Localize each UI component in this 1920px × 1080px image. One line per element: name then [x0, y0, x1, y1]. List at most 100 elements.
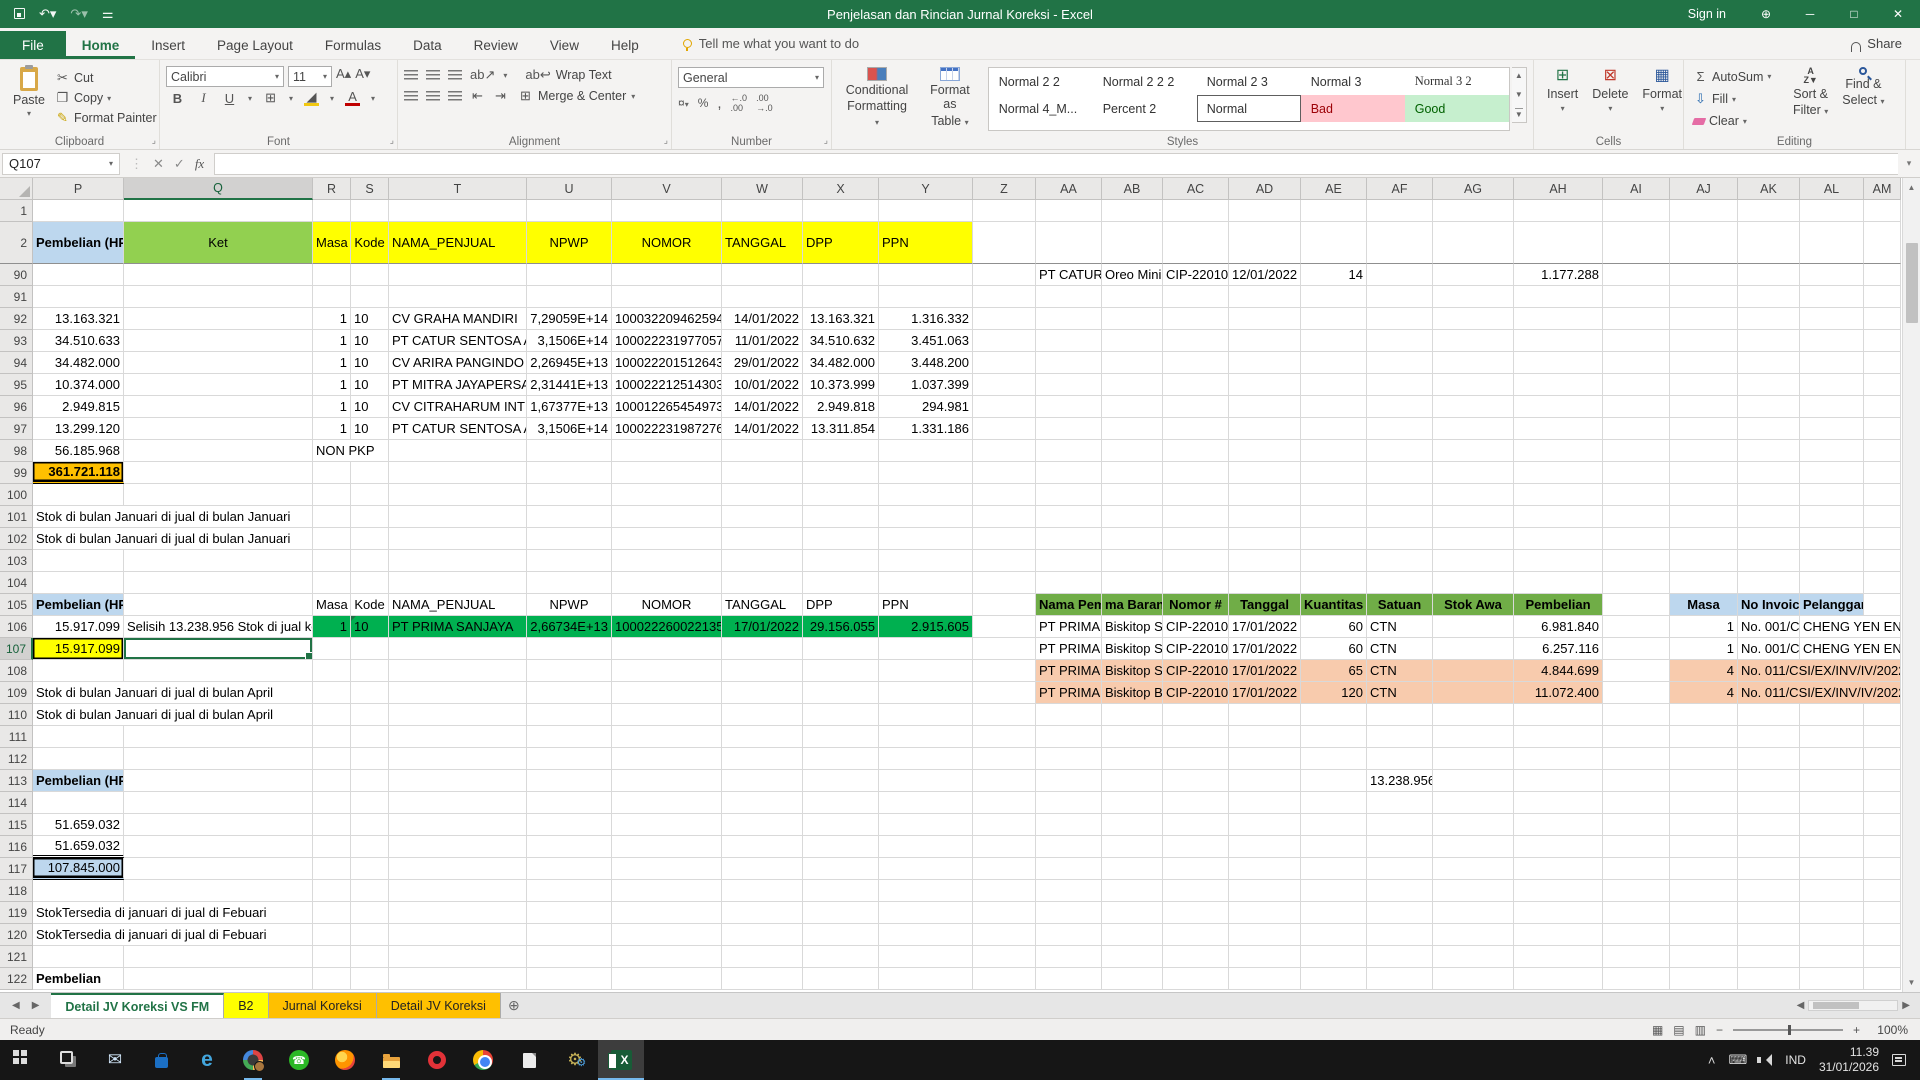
number-format-select[interactable]: General ▾	[678, 67, 824, 88]
cell-V96[interactable]: 100012265454973	[612, 396, 722, 418]
cell-Y107[interactable]	[879, 638, 973, 660]
cell-AD109[interactable]: 17/01/2022	[1229, 682, 1301, 704]
cell-AL2[interactable]	[1800, 222, 1864, 264]
row-header-105[interactable]: 105	[0, 594, 33, 616]
cell-Z100[interactable]	[973, 484, 1036, 506]
cell-AL90[interactable]	[1800, 264, 1864, 286]
cell-AK92[interactable]	[1738, 308, 1800, 330]
cell-Z103[interactable]	[973, 550, 1036, 572]
font-dialog-launcher-icon[interactable]: ⌟	[390, 135, 394, 146]
cell-AD105[interactable]: Tanggal	[1229, 594, 1301, 616]
row-header-99[interactable]: 99	[0, 462, 33, 484]
decrease-indent-icon[interactable]: ⇤	[470, 88, 485, 104]
cell-X114[interactable]	[803, 792, 879, 814]
cell-T122[interactable]	[389, 968, 527, 990]
cell-AL112[interactable]	[1800, 748, 1864, 770]
cell-S103[interactable]	[351, 550, 389, 572]
cell-P103[interactable]	[33, 550, 124, 572]
cell-AA116[interactable]	[1036, 836, 1102, 858]
cell-AG92[interactable]	[1433, 308, 1514, 330]
cell-Y95[interactable]: 1.037.399	[879, 374, 973, 396]
col-header-AH[interactable]: AH	[1514, 178, 1603, 200]
cell-X120[interactable]	[803, 924, 879, 946]
cell-AC1[interactable]	[1163, 200, 1229, 222]
number-dialog-launcher-icon[interactable]: ⌟	[824, 135, 828, 146]
row-header-110[interactable]: 110	[0, 704, 33, 726]
cell-AC114[interactable]	[1163, 792, 1229, 814]
cell-AJ93[interactable]	[1670, 330, 1738, 352]
cell-AI103[interactable]	[1603, 550, 1670, 572]
cell-AC108[interactable]: CIP-22010	[1163, 660, 1229, 682]
cell-Z116[interactable]	[973, 836, 1036, 858]
cell-AF97[interactable]	[1367, 418, 1433, 440]
cell-AA95[interactable]	[1036, 374, 1102, 396]
cell-AK95[interactable]	[1738, 374, 1800, 396]
minimize-icon[interactable]: ─	[1788, 0, 1832, 28]
cell-AM120[interactable]	[1864, 924, 1901, 946]
cell-AJ2[interactable]	[1670, 222, 1738, 264]
cell-Q111[interactable]	[124, 726, 313, 748]
cell-AB119[interactable]	[1102, 902, 1163, 924]
cell-R97[interactable]: 1	[313, 418, 351, 440]
cell-AB115[interactable]	[1102, 814, 1163, 836]
cell-T120[interactable]	[389, 924, 527, 946]
cell-Q114[interactable]	[124, 792, 313, 814]
cell-V103[interactable]	[612, 550, 722, 572]
cell-Y96[interactable]: 294.981	[879, 396, 973, 418]
cell-AA90[interactable]: PT CATUR	[1036, 264, 1102, 286]
page-break-view-icon[interactable]: ▥	[1695, 1023, 1706, 1037]
cell-W105[interactable]: TANGGAL	[722, 594, 803, 616]
cell-P90[interactable]	[33, 264, 124, 286]
cell-AH94[interactable]	[1514, 352, 1603, 374]
row-header-93[interactable]: 93	[0, 330, 33, 352]
cell-V93[interactable]: 100022231977057	[612, 330, 722, 352]
cell-AM92[interactable]	[1864, 308, 1901, 330]
cell-Q1[interactable]	[124, 200, 313, 222]
cell-AA94[interactable]	[1036, 352, 1102, 374]
cell-W116[interactable]	[722, 836, 803, 858]
cancel-formula-icon[interactable]: ✕	[153, 156, 164, 172]
col-header-AM[interactable]: AM	[1864, 178, 1901, 200]
cell-AF103[interactable]	[1367, 550, 1433, 572]
cell-S107[interactable]	[351, 638, 389, 660]
cell-AJ112[interactable]	[1670, 748, 1738, 770]
cell-T121[interactable]	[389, 946, 527, 968]
cell-X122[interactable]	[803, 968, 879, 990]
cell-T119[interactable]	[389, 902, 527, 924]
cell-AB103[interactable]	[1102, 550, 1163, 572]
cell-P97[interactable]: 13.299.120	[33, 418, 124, 440]
cell-Q112[interactable]	[124, 748, 313, 770]
cell-AL115[interactable]	[1800, 814, 1864, 836]
fill-button[interactable]: ⇩ Fill ▾	[1690, 89, 1786, 109]
cell-AK120[interactable]	[1738, 924, 1800, 946]
cell-X119[interactable]	[803, 902, 879, 924]
cell-AJ97[interactable]	[1670, 418, 1738, 440]
cell-AH104[interactable]	[1514, 572, 1603, 594]
cell-AK105[interactable]: No Invoice	[1738, 594, 1800, 616]
cell-X109[interactable]	[803, 682, 879, 704]
cell-Z90[interactable]	[973, 264, 1036, 286]
cell-X94[interactable]: 34.482.000	[803, 352, 879, 374]
cell-X90[interactable]	[803, 264, 879, 286]
cell-U120[interactable]	[527, 924, 612, 946]
cell-AB111[interactable]	[1102, 726, 1163, 748]
row-header-97[interactable]: 97	[0, 418, 33, 440]
cell-AD91[interactable]	[1229, 286, 1301, 308]
cell-AK104[interactable]	[1738, 572, 1800, 594]
cell-Y110[interactable]	[879, 704, 973, 726]
cell-Z112[interactable]	[973, 748, 1036, 770]
cell-AG117[interactable]	[1433, 858, 1514, 880]
cell-AF92[interactable]	[1367, 308, 1433, 330]
cell-AK109[interactable]: No. 011/CSI/EX/INV/IV/2022	[1738, 682, 1901, 704]
cell-AL119[interactable]	[1800, 902, 1864, 924]
start-button[interactable]	[0, 1040, 46, 1080]
cell-AA92[interactable]	[1036, 308, 1102, 330]
fill-color-icon[interactable]: ◢	[304, 90, 320, 106]
cell-S114[interactable]	[351, 792, 389, 814]
row-header-1[interactable]: 1	[0, 200, 33, 222]
cell-AH120[interactable]	[1514, 924, 1603, 946]
cell-AE111[interactable]	[1301, 726, 1367, 748]
cell-AH100[interactable]	[1514, 484, 1603, 506]
cell-AD101[interactable]	[1229, 506, 1301, 528]
cell-R117[interactable]	[313, 858, 351, 880]
